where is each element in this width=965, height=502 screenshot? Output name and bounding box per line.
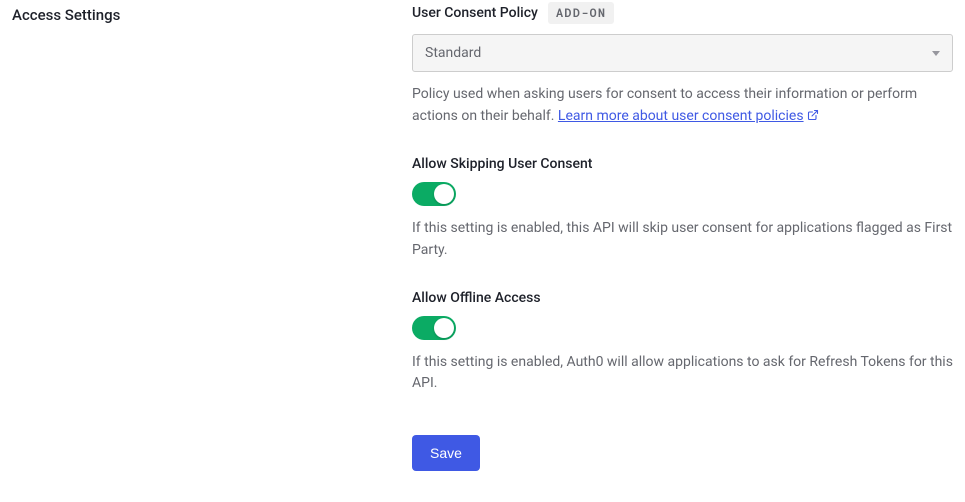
allow-skipping-consent-toggle[interactable] [412, 182, 456, 206]
section-title-col: Access Settings [12, 2, 412, 471]
allow-offline-access-label: Allow Offline Access [412, 290, 541, 306]
offline-access-helper: If this setting is enabled, Auth0 will a… [412, 352, 953, 395]
allow-offline-access-toggle[interactable] [412, 316, 456, 340]
user-consent-policy-label: User Consent Policy [412, 5, 538, 21]
toggle-knob [434, 318, 454, 338]
select-value: Standard [425, 45, 481, 61]
settings-fields: User Consent Policy ADD-ON Standard Poli… [412, 2, 953, 471]
external-link-icon [807, 107, 819, 129]
skip-consent-helper: If this setting is enabled, this API wil… [412, 218, 953, 261]
user-consent-policy-field: User Consent Policy ADD-ON Standard Poli… [412, 2, 953, 128]
allow-skipping-consent-field: Allow Skipping User Consent If this sett… [412, 156, 953, 261]
user-consent-policy-select[interactable]: Standard [412, 34, 953, 72]
section-title: Access Settings [12, 6, 412, 24]
access-settings-section: Access Settings User Consent Policy ADD-… [0, 0, 965, 483]
learn-more-link[interactable]: Learn more about user consent policies [558, 108, 819, 124]
select-wrap: Standard [412, 34, 953, 72]
field-label-row: Allow Offline Access [412, 290, 953, 306]
field-label-row: Allow Skipping User Consent [412, 156, 953, 172]
addon-badge: ADD-ON [548, 2, 614, 24]
allow-skipping-consent-label: Allow Skipping User Consent [412, 156, 592, 172]
link-text: Learn more about user consent policies [558, 108, 804, 124]
consent-policy-helper: Policy used when asking users for consen… [412, 84, 953, 128]
chevron-down-icon [932, 51, 940, 56]
save-row: Save [412, 435, 953, 471]
field-label-row: User Consent Policy ADD-ON [412, 2, 953, 24]
toggle-knob [434, 184, 454, 204]
allow-offline-access-field: Allow Offline Access If this setting is … [412, 290, 953, 395]
save-button[interactable]: Save [412, 435, 480, 471]
